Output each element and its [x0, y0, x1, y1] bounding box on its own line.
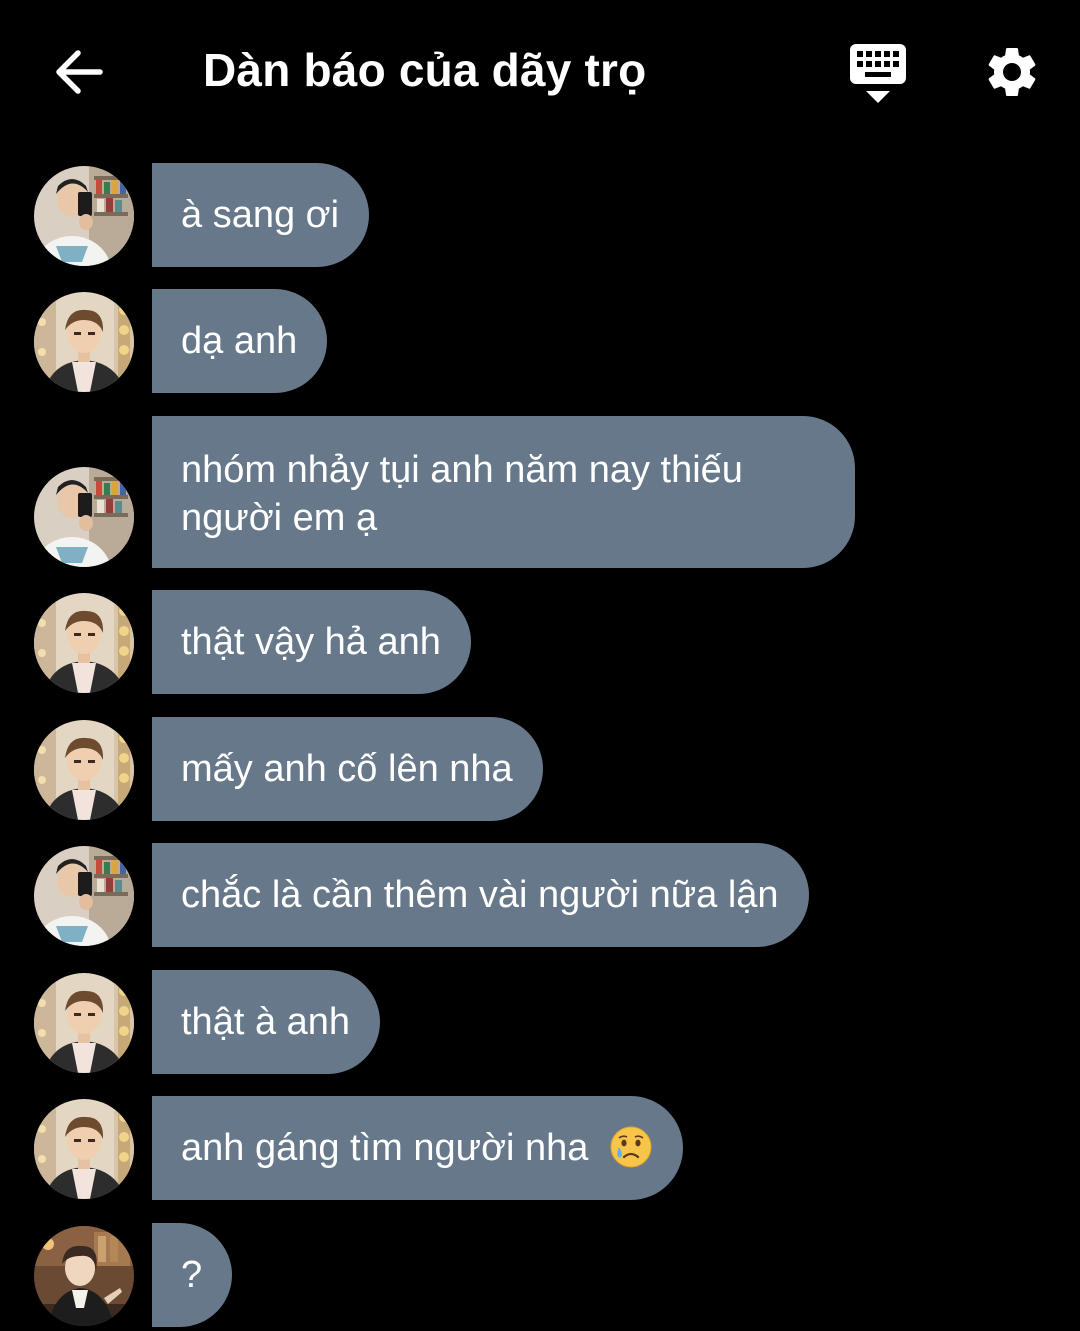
- message-text: chắc là cần thêm vài người nữa lận: [181, 874, 779, 916]
- message-bubble[interactable]: mấy anh cố lên nha: [152, 717, 543, 821]
- message-text: à sang ơi: [181, 194, 340, 236]
- message-text: ?: [181, 1254, 203, 1296]
- message-bubble[interactable]: anh gáng tìm người nha: [152, 1096, 683, 1200]
- avatar[interactable]: [34, 166, 134, 266]
- message-row: chắc là cần thêm vài người nữa lận: [0, 843, 1080, 947]
- message-bubble[interactable]: chắc là cần thêm vài người nữa lận: [152, 843, 809, 947]
- message-bubble[interactable]: nhóm nhảy tụi anh năm nay thiếu người em…: [152, 416, 855, 568]
- message-row: thật à anh: [0, 970, 1080, 1074]
- message-text: mấy anh cố lên nha: [181, 748, 513, 790]
- avatar[interactable]: [34, 593, 134, 693]
- message-row: mấy anh cố lên nha: [0, 717, 1080, 821]
- message-row: nhóm nhảy tụi anh năm nay thiếu người em…: [0, 416, 1080, 568]
- message-text: thật à anh: [181, 1001, 351, 1043]
- avatar[interactable]: [34, 846, 134, 946]
- message-bubble[interactable]: à sang ơi: [152, 163, 370, 267]
- message-bubble[interactable]: thật à anh: [152, 970, 381, 1074]
- avatar[interactable]: [34, 1099, 134, 1199]
- message-bubble[interactable]: dạ anh: [152, 289, 328, 393]
- avatar[interactable]: [34, 720, 134, 820]
- message-bubble[interactable]: thật vậy hả anh: [152, 590, 471, 694]
- avatar[interactable]: [34, 467, 134, 567]
- message-row: dạ anh: [0, 289, 1080, 393]
- crying-face-emoji: [610, 1126, 652, 1168]
- message-text: anh gáng tìm người nha: [181, 1127, 589, 1169]
- message-text: nhóm nhảy tụi anh năm nay thiếu người em…: [181, 449, 743, 539]
- avatar[interactable]: [34, 1226, 134, 1326]
- message-text: dạ anh: [181, 320, 298, 362]
- message-row: ?: [0, 1223, 1080, 1327]
- message-list: à sang ơi dạ anh nhóm nhảy tụi anh năm n…: [0, 0, 1080, 1331]
- avatar[interactable]: [34, 973, 134, 1073]
- avatar[interactable]: [34, 292, 134, 392]
- message-row: thật vậy hả anh: [0, 590, 1080, 694]
- message-text: thật vậy hả anh: [181, 621, 441, 663]
- message-row: anh gáng tìm người nha: [0, 1096, 1080, 1200]
- message-row: à sang ơi: [0, 163, 1080, 267]
- message-bubble[interactable]: ?: [152, 1223, 233, 1327]
